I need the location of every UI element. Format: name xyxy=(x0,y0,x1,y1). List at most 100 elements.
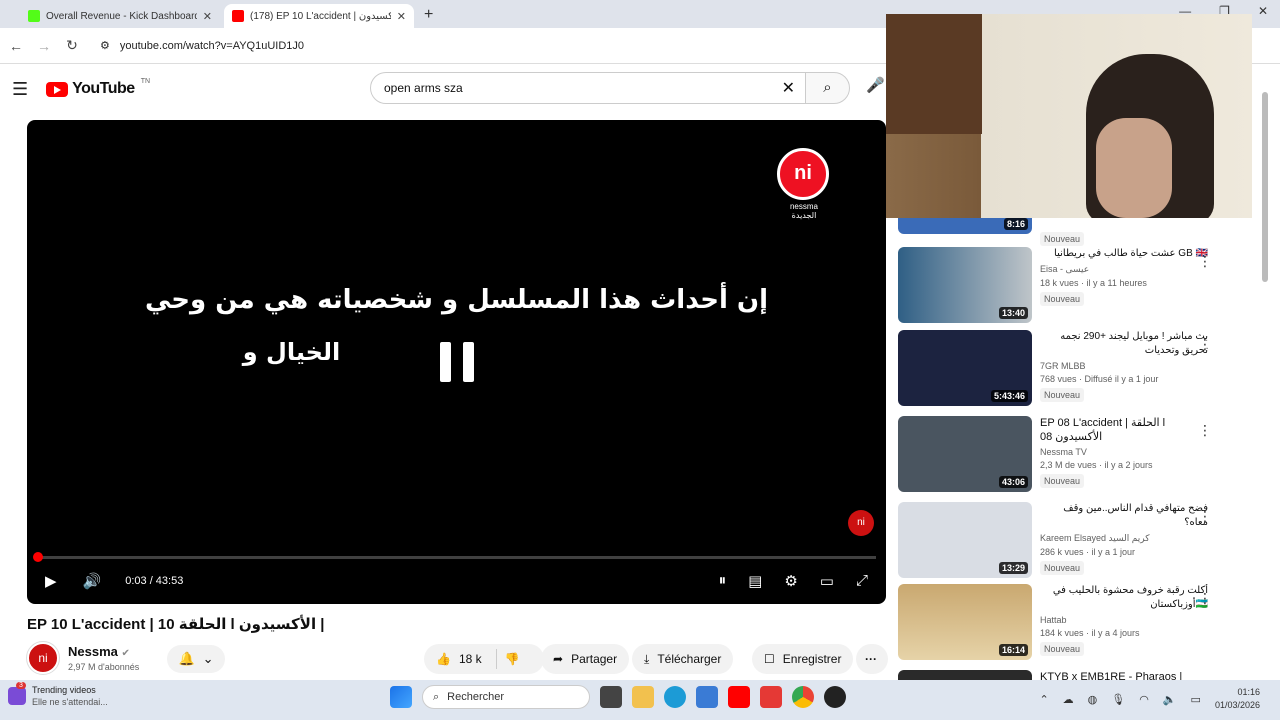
task-view-icon[interactable] xyxy=(600,686,622,708)
subscriber-count: 2,97 M d'abonnés xyxy=(68,662,140,672)
subtitle-line-1: إن أحداث هذا المسلسل و شخصياته هي من وحي xyxy=(144,285,769,315)
corner-watermark-icon: ni xyxy=(848,510,874,536)
more-vertical-icon[interactable]: ⋮ xyxy=(1198,422,1212,439)
video-title[interactable]: فضح متهافي قدام الناس..مين وقف معاه؟ xyxy=(1040,502,1208,530)
tab-title: Overall Revenue - Kick Dashboard xyxy=(46,10,197,22)
video-thumbnail[interactable]: 13:40 xyxy=(898,247,1032,323)
more-vertical-icon[interactable]: ⋮ xyxy=(1198,336,1212,353)
list-item[interactable]: 43:06 EP 08 L'accident | الحلقة l الأكسي… xyxy=(898,416,1248,496)
list-item[interactable]: 16:14 أكلت رقبة خروف محشوة بالحليب في أو… xyxy=(898,584,1248,664)
close-window-icon[interactable]: ✕ xyxy=(1258,4,1268,18)
channel-name[interactable]: Nessma TV xyxy=(1040,447,1208,457)
back-icon[interactable]: ← xyxy=(4,38,28,54)
list-item[interactable]: 13:40 عشت حياة طالب في بريطانيا GB 🇬🇧 Ei… xyxy=(898,247,1248,327)
search-input[interactable]: open arms sza ✕ xyxy=(370,72,806,104)
channel-name[interactable]: 7GR MLBB xyxy=(1040,361,1208,371)
notification-subtitle: Elle ne s'attendai... xyxy=(32,697,108,707)
tab-title: (178) EP 10 L'accident | أكسيدون ... xyxy=(250,10,391,22)
scrollbar-thumb[interactable] xyxy=(1262,92,1268,282)
taskbar-notification[interactable]: 3 Trending videos Elle ne s'attendai... xyxy=(8,682,108,708)
wps-office-icon[interactable] xyxy=(760,686,782,708)
download-label: Télécharger xyxy=(657,652,722,666)
windows-taskbar: 3 Trending videos Elle ne s'attendai... … xyxy=(0,680,1280,720)
reload-icon[interactable]: ↻ xyxy=(60,37,84,54)
video-title[interactable]: عشت حياة طالب في بريطانيا GB 🇬🇧 xyxy=(1040,247,1208,261)
download-button[interactable]: ⤓ Télécharger xyxy=(632,644,734,674)
video-title[interactable]: EP 08 L'accident | الحلقة l الأكسيدون 08 xyxy=(1040,416,1208,444)
more-actions-button[interactable]: ··· xyxy=(856,644,888,674)
video-thumbnail[interactable]: 5:43:46 xyxy=(898,330,1032,406)
video-player[interactable]: ni nessma الجديدة إن أحداث هذا المسلسل و… xyxy=(27,120,886,604)
notification-count-badge: 3 xyxy=(16,682,26,689)
page-scrollbar[interactable] xyxy=(1262,72,1270,684)
fullscreen-icon[interactable]: ⤢ xyxy=(856,572,868,590)
channel-watermark-logo: ni xyxy=(777,148,829,200)
thumbs-down-icon[interactable]: 👎 xyxy=(505,652,520,666)
view-stats: 18 k vues · il y a 11 heures xyxy=(1040,278,1147,288)
channel-name[interactable]: Nessma ✔ xyxy=(68,644,139,659)
share-label: Partager xyxy=(571,652,618,666)
microphone-tray-icon[interactable]: 🎙 xyxy=(1111,693,1125,706)
edge-browser-icon[interactable] xyxy=(664,686,686,708)
autoplay-toggle-icon[interactable]: ⏸ xyxy=(719,572,727,590)
bell-icon: 🔔 xyxy=(178,651,195,666)
video-thumbnail[interactable]: 43:06 xyxy=(898,416,1032,492)
close-tab-icon[interactable]: ✕ xyxy=(397,10,406,23)
more-vertical-icon[interactable]: ⋮ xyxy=(1198,253,1212,270)
new-badge: Nouveau xyxy=(1040,474,1085,488)
video-thumbnail[interactable]: 16:14 xyxy=(898,584,1032,660)
microsoft-store-icon[interactable] xyxy=(696,686,718,708)
youtube-logo[interactable]: YouTube TN xyxy=(46,78,150,98)
tab-kick-dashboard[interactable]: Overall Revenue - Kick Dashboard ✕ xyxy=(20,4,220,28)
hamburger-menu-icon[interactable]: ☰ xyxy=(12,79,28,100)
share-button[interactable]: ➦ Partager xyxy=(541,644,630,674)
play-icon[interactable]: ▶ xyxy=(45,572,57,590)
onedrive-icon[interactable]: ☁ xyxy=(1063,693,1074,706)
youtube-app-icon[interactable] xyxy=(728,686,750,708)
chevron-up-icon[interactable]: ⌃ xyxy=(1039,693,1048,706)
search-button[interactable]: ⌕ xyxy=(805,72,850,104)
more-vertical-icon[interactable]: ⋮ xyxy=(1198,508,1212,525)
close-tab-icon[interactable]: ✕ xyxy=(203,10,212,23)
list-item[interactable]: 13:29 فضح متهافي قدام الناس..مين وقف معا… xyxy=(898,502,1248,582)
taskbar-search-input[interactable]: ⌕ Rechercher xyxy=(422,685,590,709)
site-info-icon[interactable]: ⚙ xyxy=(100,39,110,52)
settings-icon[interactable]: ⚙ xyxy=(784,572,797,590)
like-button[interactable]: 👍 18 k 👎 xyxy=(424,644,544,674)
notification-bell-button[interactable]: 🔔 ⌄ xyxy=(167,645,225,673)
video-thumbnail[interactable]: 13:29 xyxy=(898,502,1032,578)
speaker-icon[interactable]: 🔈 xyxy=(1163,693,1177,706)
battery-icon[interactable]: ▭ xyxy=(1191,693,1201,706)
wifi-icon[interactable]: ◠ xyxy=(1139,693,1149,706)
windows-start-icon[interactable] xyxy=(390,686,412,708)
new-tab-button[interactable]: + xyxy=(424,4,433,28)
channel-avatar[interactable]: ni xyxy=(26,641,60,675)
pause-overlay-icon[interactable] xyxy=(440,342,474,382)
file-explorer-icon[interactable] xyxy=(632,686,654,708)
system-clock[interactable]: 01:16 01/03/2026 xyxy=(1215,686,1260,712)
clear-search-icon[interactable]: ✕ xyxy=(782,78,795,98)
more-vertical-icon[interactable]: ⋮ xyxy=(1198,590,1212,607)
save-button[interactable]: ☐ Enregistrer xyxy=(752,644,854,674)
forward-icon[interactable]: → xyxy=(32,38,56,54)
channel-name[interactable]: Hattab xyxy=(1040,615,1208,625)
theater-mode-icon[interactable]: ▭ xyxy=(820,572,834,590)
list-item[interactable]: 5:43:46 بث مباشر ! موبايل ليجند +290 نجم… xyxy=(898,330,1248,410)
subtitles-icon[interactable]: ▤ xyxy=(748,572,762,590)
thumbs-up-icon: 👍 xyxy=(436,652,451,666)
obs-studio-icon[interactable] xyxy=(824,686,846,708)
video-title[interactable]: أكلت رقبة خروف محشوة بالحليب في أوزباكست… xyxy=(1040,584,1208,612)
webcam-face xyxy=(1096,118,1172,218)
channel-name[interactable]: Eisa - عيسى xyxy=(1040,264,1208,275)
url-field[interactable]: ⚙ youtube.com/watch?v=AYQ1uUID1J0 xyxy=(100,39,304,53)
channel-name[interactable]: Kareem Elsayed كريم السيد xyxy=(1040,533,1208,544)
network-icon[interactable]: ◍ xyxy=(1088,693,1098,706)
like-count: 18 k xyxy=(458,652,482,666)
volume-icon[interactable]: 🔊 xyxy=(83,572,102,590)
video-title[interactable]: بث مباشر ! موبايل ليجند +290 نجمه تحريق … xyxy=(1040,330,1208,358)
logo-text: YouTube xyxy=(72,80,135,97)
duration-badge: 43:06 xyxy=(998,476,1028,488)
chrome-icon[interactable] xyxy=(792,686,814,708)
tab-youtube-video[interactable]: (178) EP 10 L'accident | أكسيدون ... ✕ xyxy=(224,4,414,28)
microphone-icon[interactable]: 🎤 xyxy=(866,76,885,94)
